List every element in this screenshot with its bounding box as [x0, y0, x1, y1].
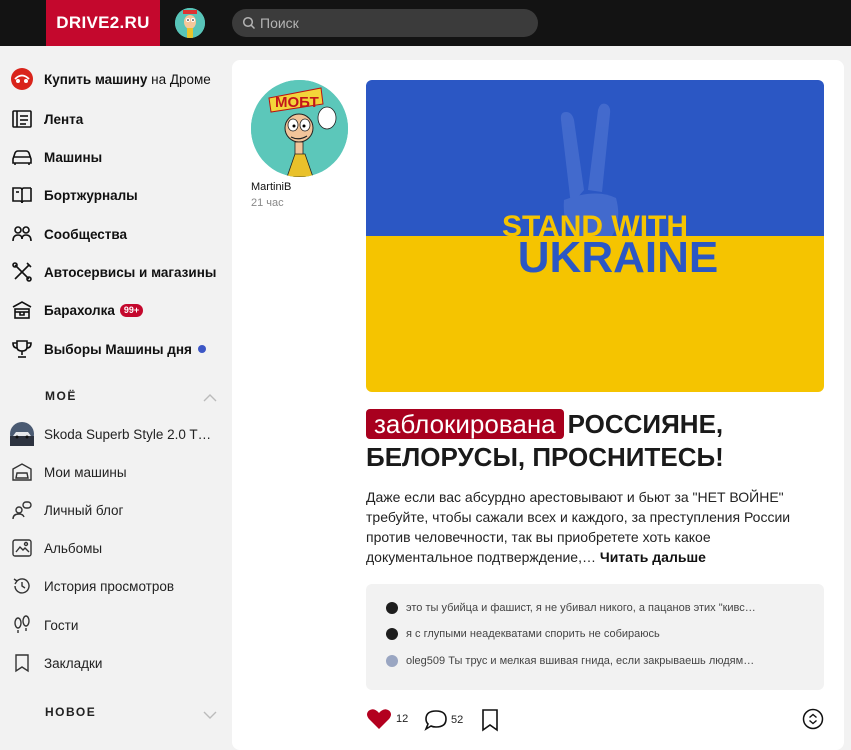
sidebar-item-label: Skoda Superb Style 2.0 T… [44, 426, 212, 442]
sidebar-item-albums[interactable]: Альбомы [10, 536, 102, 560]
drom-logo-icon [10, 67, 34, 91]
sidebar-item-label: Бортжурналы [44, 187, 138, 203]
sidebar-item-buy-car[interactable]: Купить машину на Дроме [10, 67, 211, 91]
car-thumbnail [10, 422, 34, 446]
comment-text: это ты убийца и фашист, я не убивал нико… [406, 602, 756, 614]
site-logo[interactable]: DRIVE2.RU [46, 0, 160, 46]
footprints-icon [10, 613, 34, 637]
search-placeholder: Поиск [260, 15, 299, 31]
blocked-badge: заблокирована [366, 409, 564, 439]
sidebar-item-communities[interactable]: Сообщества [10, 222, 127, 246]
book-icon [10, 183, 34, 207]
sidebar-item-guests[interactable]: Гости [10, 613, 78, 637]
comments-button[interactable]: 52 [423, 708, 463, 732]
sidebar-item-label: Альбомы [44, 540, 103, 556]
chevron-up-icon[interactable] [202, 390, 218, 408]
people-icon [10, 222, 34, 246]
tools-icon [10, 260, 34, 284]
avatar-caption: МОБТ [275, 94, 319, 111]
chevron-down-icon[interactable] [202, 707, 218, 725]
comment-item[interactable]: я с глупыми неадекватами спорить не соби… [386, 626, 811, 642]
author-name[interactable]: MartiniB [251, 181, 291, 193]
blog-icon [10, 498, 34, 522]
bookmark-icon [10, 651, 34, 675]
post-time: 21 час [251, 197, 284, 209]
sidebar-item-label: Купить машину [44, 71, 148, 87]
comments-preview: это ты убийца и фашист, я не убивал нико… [366, 584, 824, 690]
sidebar-item-label: Закладки [44, 655, 103, 671]
heart-icon [367, 709, 391, 729]
album-icon [10, 536, 34, 560]
bookmark-button[interactable] [479, 708, 501, 732]
post-description: Даже если вас абсурдно арестовывают и бь… [366, 487, 816, 567]
search-input[interactable]: Поиск [232, 9, 538, 37]
sidebar-item-label: Гости [44, 617, 79, 633]
sidebar-item-label: Выборы Машины дня [44, 341, 192, 357]
notification-badge: 99+ [119, 303, 144, 317]
sidebar-item-my-car[interactable]: Skoda Superb Style 2.0 T… [10, 422, 211, 446]
sidebar-item-services[interactable]: Автосервисы и магазины [10, 260, 216, 284]
section-title-new: НОВОЕ [45, 705, 97, 719]
commenter-avatar [386, 628, 398, 640]
market-icon [10, 298, 34, 322]
sidebar-item-label: Машины [44, 149, 103, 165]
expand-options-icon [802, 708, 824, 730]
sidebar-item-car-of-day[interactable]: Выборы Машины дня [10, 337, 206, 361]
sidebar-item-blog[interactable]: Личный блог [10, 498, 123, 522]
sidebar-item-label: История просмотров [44, 578, 175, 594]
read-more-link[interactable]: Читать дальше [600, 549, 706, 565]
section-title-mine: МОЁ [45, 389, 77, 403]
post-banner-image[interactable]: STAND WITH UKRAINE [366, 80, 824, 392]
bookmark-icon [482, 709, 498, 732]
post-title[interactable]: заблокирована РОССИЯНЕ, БЕЛОРУСЫ, ПРОСНИТ… [366, 408, 836, 474]
sidebar-item-label: Автосервисы и магазины [44, 264, 217, 280]
sidebar-item-my-cars[interactable]: Мои машины [10, 460, 127, 484]
top-bar: DRIVE2.RU Поиск [0, 0, 851, 46]
new-indicator-dot [197, 345, 206, 353]
comments-count: 52 [451, 714, 464, 726]
sidebar-item-logbooks[interactable]: Бортжурналы [10, 183, 138, 207]
sidebar-item-label: Личный блог [44, 502, 124, 518]
comment-text: oleg509 Ты трус и мелкая вшивая гнида, е… [406, 655, 755, 667]
sidebar-item-label: Лента [44, 111, 84, 127]
sidebar-item-cars[interactable]: Машины [10, 145, 102, 169]
comment-item[interactable]: oleg509 Ты трус и мелкая вшивая гнида, е… [386, 653, 811, 669]
commenter-avatar [386, 655, 398, 667]
comment-item[interactable]: это ты убийца и фашист, я не убивал нико… [386, 600, 811, 616]
likes-count: 12 [396, 713, 409, 725]
sidebar-item-label: Сообщества [44, 226, 128, 242]
sidebar-item-label-suffix: на Дроме [147, 71, 211, 87]
history-icon [10, 574, 34, 598]
sidebar-item-market[interactable]: Барахолка 99+ [10, 298, 144, 322]
sidebar-item-bookmarks[interactable]: Закладки [10, 651, 102, 675]
commenter-avatar [386, 602, 398, 614]
author-avatar[interactable]: МОБТ [251, 80, 348, 177]
comment-text: я с глупыми неадекватами спорить не соби… [406, 628, 660, 640]
user-avatar[interactable] [175, 8, 205, 38]
sidebar-item-history[interactable]: История просмотров [10, 574, 174, 598]
search-icon [242, 16, 256, 30]
trophy-icon [10, 337, 34, 361]
sidebar-item-feed[interactable]: Лента [10, 107, 83, 131]
car-icon [10, 145, 34, 169]
like-button[interactable]: 12 [366, 708, 408, 730]
sidebar-item-label: Мои машины [44, 464, 127, 480]
garage-icon [10, 460, 34, 484]
banner-text-line2: UKRAINE [518, 233, 718, 282]
sidebar-item-label: Барахолка [44, 302, 115, 318]
feed-icon [10, 107, 34, 131]
comment-icon [424, 710, 447, 731]
more-options-button[interactable] [802, 708, 824, 730]
post-description-text: Даже если вас абсурдно арестовывают и бь… [366, 489, 791, 565]
